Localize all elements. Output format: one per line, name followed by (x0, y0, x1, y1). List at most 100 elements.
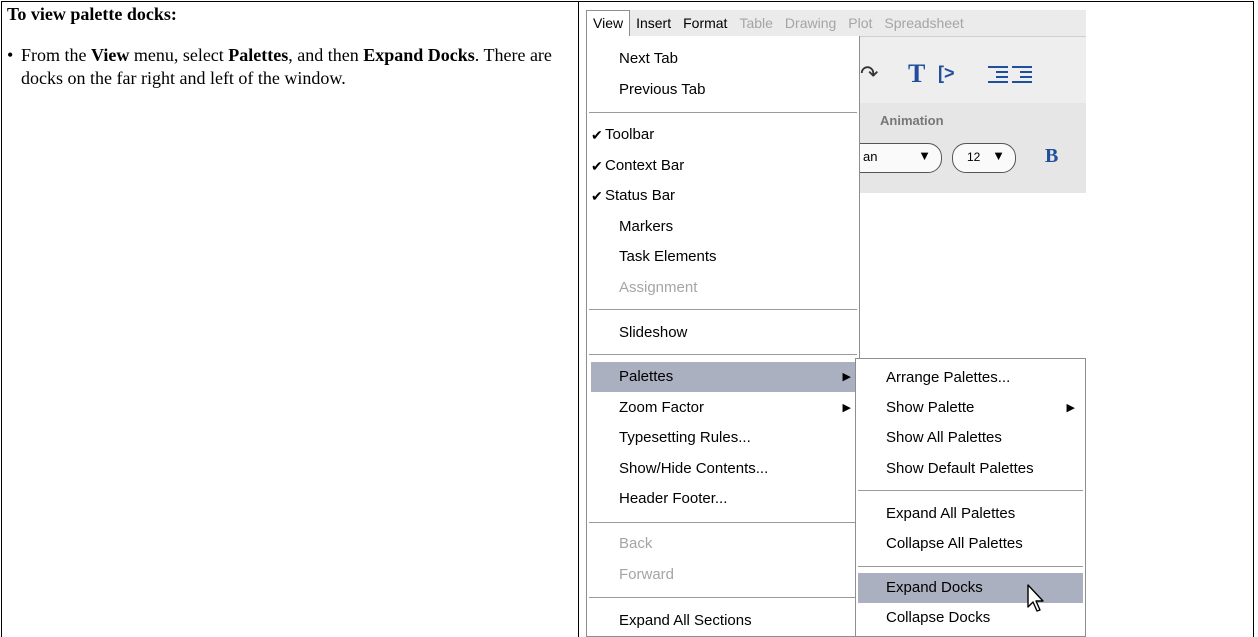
submenu-item-label: Arrange Palettes... (886, 369, 1011, 386)
bullet: • (7, 45, 14, 65)
math-mode-icon[interactable]: [> (938, 63, 955, 84)
redo-icon[interactable]: ↷ (860, 61, 878, 87)
menu-format[interactable]: Format (677, 10, 733, 36)
menu-item-label: Palettes (619, 368, 674, 385)
menu-item-label: Next Tab (619, 50, 678, 67)
menu-item-label: Forward (619, 566, 675, 583)
step-mid2: , and then (288, 45, 364, 65)
menu-item-label: Status Bar (605, 187, 676, 204)
menu-item-label: Typesetting Rules... (619, 429, 751, 446)
submenu-item-label: Collapse Docks (886, 609, 991, 626)
menu-table[interactable]: Table (733, 10, 778, 36)
submenu-separator (858, 566, 1083, 567)
submenu-item-expand-all-palettes[interactable]: Expand All Palettes (858, 499, 1083, 529)
menu-item-context-bar[interactable]: ✔ Context Bar (591, 151, 855, 181)
menu-item-label: Expand All Sections (619, 612, 752, 629)
submenu-item-label: Show Default Palettes (886, 460, 1034, 477)
menu-item-label: Show/Hide Contents... (619, 460, 769, 477)
submenu-item-show-default-palettes[interactable]: Show Default Palettes (858, 454, 1083, 484)
submenu-item-show-palette[interactable]: Show Palette ▶ (858, 393, 1083, 423)
menu-item-label: Back (619, 535, 653, 552)
menu-item-expand-all-sections[interactable]: Expand All Sections (591, 606, 855, 636)
submenu-separator (858, 490, 1083, 491)
menu-item-toolbar[interactable]: ✔ Toolbar (591, 120, 855, 150)
menu-separator (589, 354, 857, 355)
check-icon: ✔ (591, 127, 603, 143)
submenu-item-label: Show Palette (886, 399, 975, 416)
app-screenshot: View Insert Format Table Drawing Plot Sp… (586, 10, 1086, 637)
submenu-arrow-icon: ▶ (842, 371, 851, 383)
submenu-item-expand-docks[interactable]: Expand Docks (858, 573, 1083, 603)
menu-spreadsheet[interactable]: Spreadsheet (878, 10, 969, 36)
submenu-item-collapse-docks[interactable]: Collapse Docks (858, 603, 1083, 633)
menu-item-zoom-factor[interactable]: Zoom Factor ▶ (591, 393, 855, 423)
menu-item-label: Context Bar (605, 157, 685, 174)
submenu-item-label: Expand Docks (886, 579, 983, 596)
submenu-arrow-icon: ▶ (842, 402, 851, 414)
submenu-item-label: Collapse All Palettes (886, 535, 1023, 552)
font-value: an (863, 149, 878, 164)
submenu-item-collapse-all-palettes[interactable]: Collapse All Palettes (858, 529, 1083, 559)
menu-item-label: Zoom Factor (619, 399, 705, 416)
submenu-item-label: Show All Palettes (886, 429, 1002, 446)
mouse-pointer-icon (1027, 584, 1044, 612)
submenu-item-arrange-palettes[interactable]: Arrange Palettes... (858, 363, 1083, 393)
bold-icon[interactable]: B (1045, 145, 1058, 168)
tab-animation[interactable]: Animation (880, 113, 944, 128)
menu-drawing[interactable]: Drawing (779, 10, 842, 36)
outdent-icon[interactable] (1012, 66, 1032, 83)
menu-item-task-elements[interactable]: Task Elements (591, 242, 855, 272)
step-palettes: Palettes (228, 45, 289, 65)
menu-separator (589, 597, 857, 598)
step-expand: Expand Docks (363, 45, 475, 65)
menu-item-assignment[interactable]: Assignment (591, 273, 855, 303)
check-icon: ✔ (591, 158, 603, 174)
menu-separator (589, 522, 857, 523)
step-text: From the View menu, select Palettes, and… (21, 44, 561, 90)
menu-item-label: Slideshow (619, 324, 688, 341)
step-view: View (91, 45, 130, 65)
menu-view[interactable]: View (586, 10, 631, 36)
column-divider (578, 1, 579, 637)
menu-item-previous-tab[interactable]: Previous Tab (591, 75, 855, 105)
step-mid1: menu, select (129, 45, 229, 65)
menu-insert[interactable]: Insert (630, 10, 677, 36)
menu-item-label: Assignment (619, 279, 698, 296)
menu-item-label: Task Elements (619, 248, 717, 265)
menu-separator (589, 112, 857, 113)
size-select[interactable]: 12 ▼ (952, 143, 1016, 173)
text-mode-icon[interactable]: T (908, 59, 925, 89)
menu-item-typesetting-rules[interactable]: Typesetting Rules... (591, 423, 855, 453)
toolbar: ↷ T [> (858, 37, 1086, 104)
palettes-submenu: Arrange Palettes... Show Palette ▶ Show A… (855, 358, 1086, 637)
menu-item-slideshow[interactable]: Slideshow (591, 318, 855, 348)
instructions-heading: To view palette docks: (7, 4, 177, 24)
menu-item-back[interactable]: Back (591, 529, 855, 559)
menu-item-label: Markers (619, 218, 674, 235)
menu-bar: View Insert Format Table Drawing Plot Sp… (586, 10, 1086, 37)
menu-item-show-hide-contents[interactable]: Show/Hide Contents... (591, 454, 855, 484)
submenu-item-show-all-palettes[interactable]: Show All Palettes (858, 423, 1083, 453)
menu-item-next-tab[interactable]: Next Tab (591, 44, 855, 74)
size-value: 12 (967, 150, 981, 164)
menu-item-markers[interactable]: Markers (591, 212, 855, 242)
menu-item-palettes[interactable]: Palettes ▶ (591, 362, 855, 392)
submenu-arrow-icon: ▶ (1066, 402, 1075, 414)
menu-plot[interactable]: Plot (842, 10, 878, 36)
indent-icon[interactable] (988, 66, 1008, 83)
context-bar: Animation an ▼ 12 ▼ B (844, 103, 1086, 193)
menu-item-label: Previous Tab (619, 81, 706, 98)
chevron-down-icon: ▼ (918, 148, 931, 163)
menu-item-header-footer[interactable]: Header Footer... (591, 484, 855, 514)
chevron-down-icon: ▼ (992, 148, 1005, 163)
menu-item-forward[interactable]: Forward (591, 560, 855, 590)
menu-item-label: Toolbar (605, 126, 655, 143)
menu-separator (589, 309, 857, 310)
submenu-item-label: Expand All Palettes (886, 505, 1016, 522)
instruction-step: • From the View menu, select Palettes, a… (7, 44, 577, 90)
menu-item-label: Header Footer... (619, 490, 728, 507)
menu-item-status-bar[interactable]: ✔ Status Bar (591, 181, 855, 211)
view-menu: Next Tab Previous Tab ✔ Toolbar ✔ Context … (586, 36, 860, 637)
check-icon: ✔ (591, 188, 603, 204)
step-prefix: From the (21, 45, 91, 65)
